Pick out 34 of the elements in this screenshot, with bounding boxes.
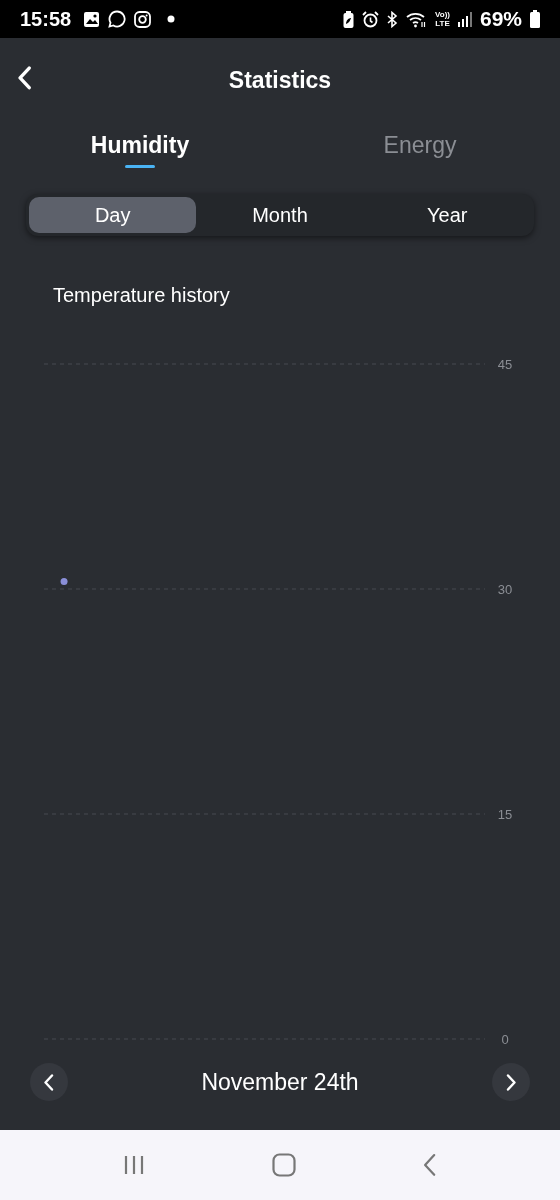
date-label: November 24th [201,1068,359,1096]
alarm-icon [362,10,379,28]
signal-icon [457,11,472,27]
recent-apps-icon [123,1154,146,1176]
camera-icon [134,10,152,28]
bluetooth-icon [387,10,398,28]
volte-label: Vo)) [435,10,450,19]
back-icon [422,1153,437,1177]
axis-label: 15 [497,807,513,822]
lte-label: LTE [435,19,450,28]
status-time: 15:58 [20,7,72,31]
tab[interactable]: Energy [280,122,560,178]
period-option[interactable]: Year [363,197,531,233]
home-icon [272,1153,296,1177]
battery-saver-icon [343,10,354,28]
chevron-right-icon [506,1073,516,1091]
axis-label: 45 [497,357,513,372]
period-option[interactable]: Month [196,197,364,233]
chat-icon [108,10,127,28]
back-icon [18,66,32,90]
page-title: Statistics [228,66,332,94]
dot-icon [167,15,176,23]
next-day-button[interactable] [492,1063,530,1101]
gallery-icon [83,10,101,28]
wifi-icon [406,10,427,28]
chevron-left-icon [44,1073,54,1091]
chart-title: Temperature history [53,284,231,307]
battery-percent: 69% [479,7,522,31]
period-option[interactable]: Day [29,197,197,233]
tab[interactable]: Humidity [0,122,280,178]
axis-label: 30 [497,582,513,597]
battery-icon [530,10,540,28]
axis-label: 0 [501,1032,509,1047]
previous-day-button[interactable] [30,1063,68,1101]
